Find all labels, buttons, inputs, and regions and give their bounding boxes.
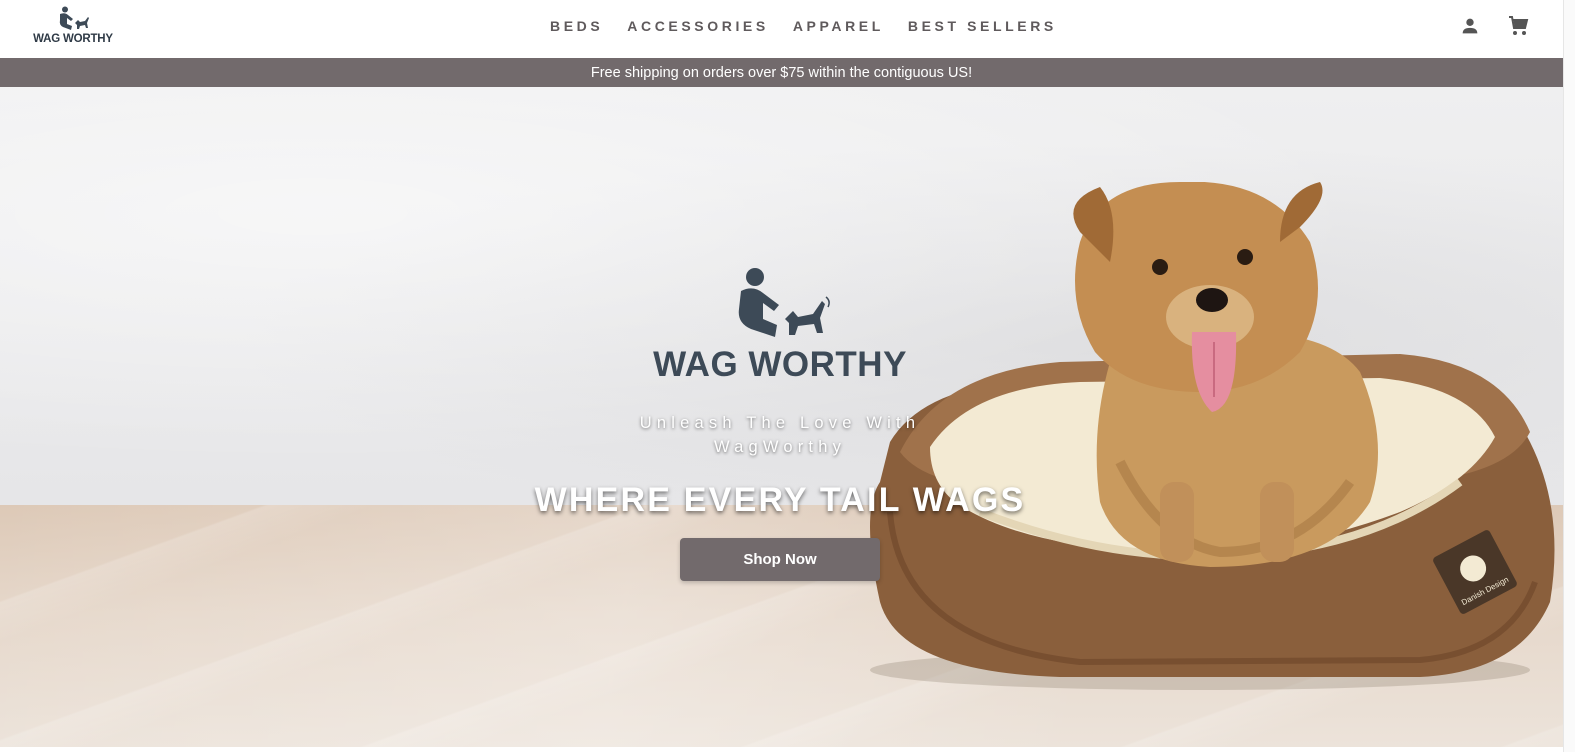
account-icon[interactable] <box>1458 14 1482 38</box>
site-logo[interactable]: WAG WORTHY <box>30 6 116 50</box>
page-scrollbar[interactable] <box>1563 0 1575 752</box>
nav-beds[interactable]: BEDS <box>550 18 603 34</box>
hero-content: WAG WORTHY Unleash The Love With WagWort… <box>535 267 1023 581</box>
hero-logo-person-dog-icon <box>738 268 830 337</box>
announcement-text: Free shipping on orders over $75 within … <box>590 64 973 81</box>
announcement-bar: Free shipping on orders over $75 within … <box>0 58 1563 87</box>
nav-apparel[interactable]: APPAREL <box>793 18 884 34</box>
hero-tagline: Unleash The Love With WagWorthy <box>639 414 921 456</box>
hero-headline: WHERE EVERY TAIL WAGS <box>534 481 1026 519</box>
cart-icon[interactable] <box>1506 14 1530 38</box>
main-nav: BEDS ACCESSORIES APPAREL BEST SELLERS <box>550 18 1057 34</box>
hero-banner: Danish Design WAG WORTHY Unleash The Lov… <box>0 87 1563 747</box>
nav-accessories[interactable]: ACCESSORIES <box>627 18 769 34</box>
logo-wordmark: WAG WORTHY <box>33 33 113 45</box>
site-header: WAG WORTHY BEDS ACCESSORIES APPAREL BEST… <box>0 0 1563 58</box>
nav-best-sellers[interactable]: BEST SELLERS <box>908 18 1057 34</box>
header-actions <box>1458 14 1530 38</box>
hero-logo-wordmark: WAG WORTHY <box>653 345 907 384</box>
logo-person-dog-icon <box>59 6 89 30</box>
shop-now-button[interactable]: Shop Now <box>680 538 880 581</box>
